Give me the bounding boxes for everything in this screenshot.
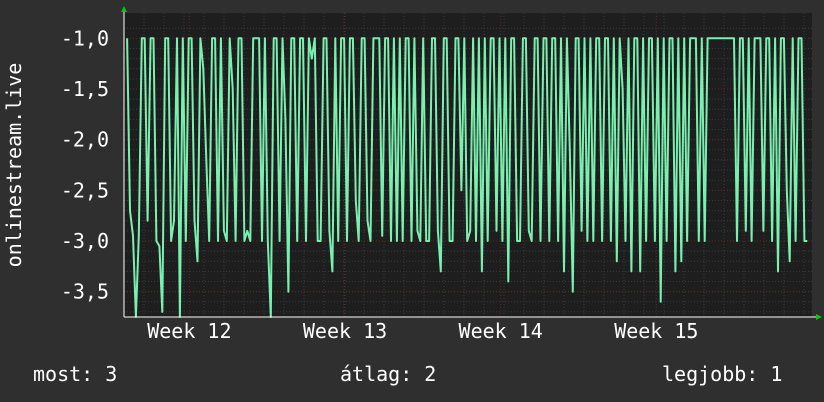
x-tick-label: Week 14 [459, 319, 543, 343]
y-tick-label: -1,5 [61, 77, 109, 101]
x-axis-arrow-icon [816, 314, 822, 320]
footer-average: átlag: 2 [340, 362, 437, 386]
footer-best: legjobb: 1 [662, 362, 783, 386]
y-tick-label: -2,0 [61, 128, 109, 152]
x-tick-label: Week 13 [303, 319, 387, 343]
x-tick-label: Week 15 [614, 319, 698, 343]
y-tick-label: -3,5 [61, 280, 109, 304]
y-axis-label: onlinestream.live [2, 63, 26, 268]
x-tick-label: Week 12 [147, 319, 231, 343]
footer-current: most: 3 [33, 362, 118, 386]
y-axis-arrow-icon [121, 6, 127, 12]
y-tick-label: -3,0 [61, 229, 109, 253]
y-tick-label: -2,5 [61, 178, 109, 202]
chart: onlinestream.live -1,0 -1,5 -2,0 -2,5 -3,0 -3… [2, 6, 822, 343]
y-tick-label: -1,0 [61, 26, 109, 50]
